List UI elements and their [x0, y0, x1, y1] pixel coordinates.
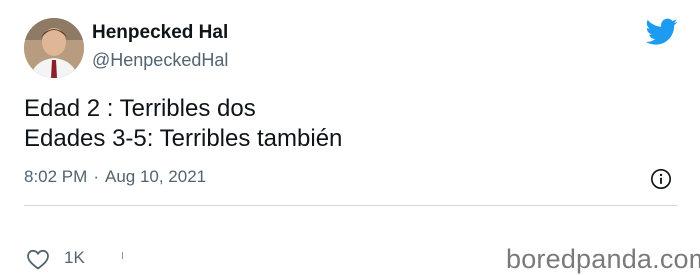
tweet-timestamp[interactable]: 8:02 PM · Aug 10, 2021 [24, 167, 206, 187]
tweet-date: Aug 10, 2021 [104, 167, 207, 186]
watermark: boredpanda.com [506, 244, 700, 274]
author-name[interactable]: Henpecked Hal [92, 22, 228, 44]
tweet-text-line: Edades 3-5: Terribles también [24, 125, 343, 152]
separator-dot: · [93, 167, 99, 186]
tweet-card: Henpecked Hal @HenpeckedHal Edad 2 : Ter… [0, 0, 700, 274]
avatar[interactable] [24, 18, 84, 78]
twitter-bird-icon[interactable] [646, 18, 678, 46]
divider [24, 205, 678, 206]
heart-outline-icon[interactable] [26, 248, 50, 270]
tweet-text-line: Edad 2 : Terribles dos [24, 95, 256, 122]
tweet-time: 8:02 PM [24, 167, 88, 186]
avatar-image [24, 18, 84, 78]
action-separator [122, 252, 123, 259]
author-handle[interactable]: @HenpeckedHal [92, 50, 228, 71]
info-icon[interactable] [650, 168, 672, 190]
like-count: 1K [64, 248, 85, 267]
tweet-text: Edad 2 : Terribles dos Edades 3-5: Terri… [24, 94, 342, 154]
